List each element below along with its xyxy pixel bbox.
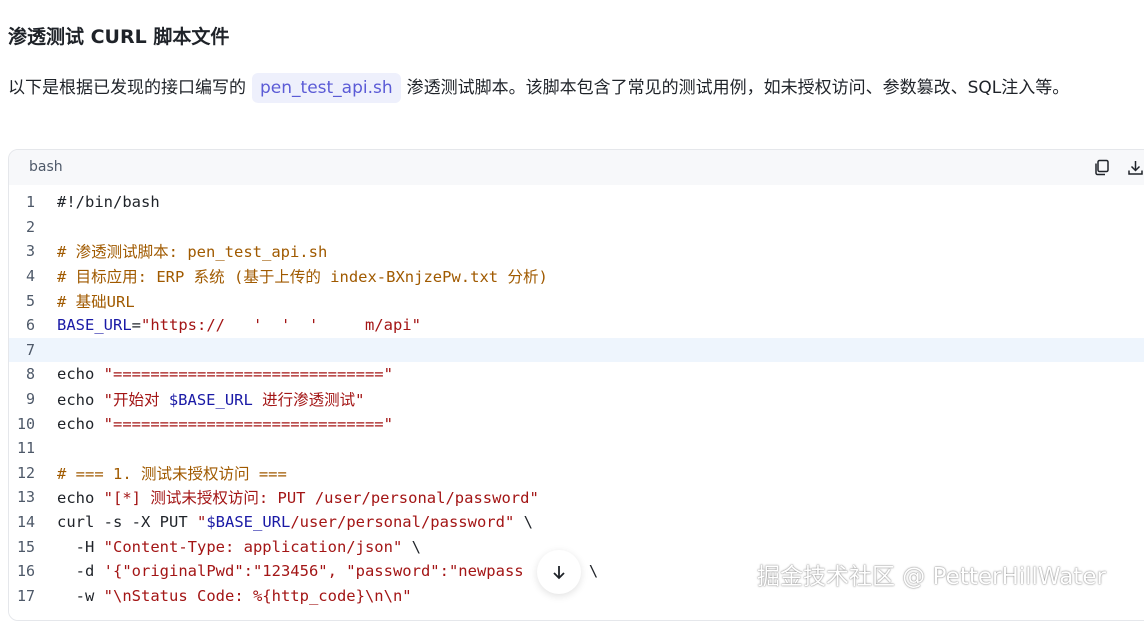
scroll-to-bottom-button[interactable]: [537, 550, 581, 594]
code-token: \: [514, 513, 533, 532]
code-token: -d: [57, 562, 104, 581]
code-token: # 目标应用: ERP 系统 (基于上传的 index-BXnjzePw.txt…: [57, 268, 548, 287]
code-line: 14 curl -s -X PUT "$BASE_URL/user/persona…: [9, 510, 1144, 535]
code-line: 1 #!/bin/bash: [9, 190, 1144, 215]
line-number: 14: [16, 513, 35, 532]
code-token: \: [402, 537, 421, 556]
line-content: -H "Content-Type: application/json" \: [57, 538, 421, 556]
line-number: 13: [16, 488, 35, 507]
line-number: 6: [25, 316, 35, 335]
code-line: 12 # === 1. 测试未授权访问 ===: [9, 461, 1144, 486]
code-token: ": [196, 513, 207, 532]
code-token: $BASE_URL: [206, 513, 291, 532]
line-content: # 渗透测试脚本: pen_test_api.sh: [57, 240, 327, 262]
code-token: "=============================": [103, 414, 393, 433]
code-token: "[*] 测试未授权访问: PUT /user/personal/passwor…: [103, 489, 539, 508]
line-number: 12: [16, 463, 35, 482]
line-number: 2: [25, 217, 35, 236]
code-token: $BASE_URL: [168, 391, 253, 410]
code-token: \: [579, 562, 599, 581]
code-token: -w: [57, 586, 104, 605]
code-token: echo: [57, 414, 104, 433]
line-number: 15: [16, 537, 35, 556]
line-number: 8: [25, 365, 35, 384]
code-token: "https:// ' ' ' m/api": [141, 316, 421, 335]
line-content: -d '{"originalPwd":"123456", "password":…: [57, 562, 599, 581]
code-header: bash: [9, 150, 1144, 184]
line-content: echo "开始对 $BASE_URL 进行渗透测试": [57, 388, 365, 410]
line-content: -w "\nStatus Code: %{http_code}\n\n": [57, 587, 412, 605]
code-line: 5 # 基础URL: [9, 288, 1144, 313]
code-line: 9 echo "开始对 $BASE_URL 进行渗透测试": [9, 387, 1144, 412]
code-line: 7: [9, 337, 1144, 363]
code-token: 进行渗透测试": [252, 391, 365, 410]
code-token: '{"originalPwd":"123456", "password":"ne…: [103, 562, 580, 581]
code-token: echo: [57, 365, 104, 384]
code-token: curl -s -X PUT: [57, 513, 197, 532]
code-token: # 基础URL: [57, 292, 135, 311]
line-content: echo "=============================": [57, 365, 393, 383]
code-line: 2: [9, 215, 1144, 240]
line-content: #!/bin/bash: [57, 193, 160, 211]
code-token: /user/personal/password": [290, 513, 515, 532]
line-number: 17: [16, 586, 35, 605]
code-line: 4 # 目标应用: ERP 系统 (基于上传的 index-BXnjzePw.tx…: [9, 264, 1144, 289]
code-token: "Content-Type: application/json": [103, 537, 403, 556]
line-content: BASE_URL="https:// ' ' ' m/api": [57, 316, 421, 334]
code-toolbar: [1091, 157, 1144, 177]
code-token: BASE_URL: [57, 316, 132, 335]
copy-icon[interactable]: [1091, 157, 1111, 177]
code-token: # 渗透测试脚本: pen_test_api.sh: [57, 243, 328, 262]
code-token: echo: [57, 391, 104, 410]
inline-code-filename: pen_test_api.sh: [252, 73, 401, 103]
download-icon[interactable]: [1125, 157, 1144, 177]
code-line: 3 # 渗透测试脚本: pen_test_api.sh: [9, 239, 1144, 264]
code-line: 15 -H "Content-Type: application/json" \: [9, 534, 1144, 559]
line-number: 1: [25, 193, 35, 212]
code-token: echo: [57, 489, 104, 508]
code-token: -H: [57, 537, 104, 556]
code-token: # === 1. 测试未授权访问 ===: [57, 464, 287, 483]
line-content: echo "=============================": [57, 415, 393, 433]
arrow-down-icon: [553, 566, 565, 580]
code-line: 8 echo "=============================": [9, 362, 1144, 387]
intro-text-after: 渗透测试脚本。该脚本包含了常见的测试用例，如未授权访问、参数篡改、SQL注入等。: [406, 78, 1070, 98]
code-body: 1 #!/bin/bash 2 3 # 渗透测试脚本: pen_test_api.sh 4…: [9, 185, 1144, 620]
line-number: 7: [25, 340, 35, 359]
line-content: echo "[*] 测试未授权访问: PUT /user/personal/pa…: [57, 486, 539, 508]
section-heading: 渗透测试 CURL 脚本文件: [8, 26, 230, 48]
line-content: # 基础URL: [57, 290, 135, 312]
line-number: 16: [16, 562, 35, 581]
watermark: 掘金技术社区 @ PetterHillWater: [757, 564, 1106, 590]
intro-text-before: 以下是根据已发现的接口编写的: [8, 78, 246, 98]
intro-paragraph: 以下是根据已发现的接口编写的 pen_test_api.sh 渗透测试脚本。该脚本包…: [8, 70, 1138, 106]
line-number: 9: [25, 390, 35, 409]
code-block: bash 1 #!/bin/bash 2 3 # 渗透测试脚本: pen_test_ap…: [8, 149, 1144, 621]
code-token: #!/bin/bash: [57, 193, 160, 212]
code-line: 13 echo "[*] 测试未授权访问: PUT /user/personal/…: [9, 485, 1144, 510]
line-number: 5: [25, 291, 35, 310]
line-number: 10: [16, 414, 35, 433]
line-number: 3: [25, 242, 35, 261]
code-language-label: bash: [29, 159, 63, 175]
line-number: 11: [16, 439, 35, 458]
line-number: 4: [25, 267, 35, 286]
line-content: # === 1. 测试未授权访问 ===: [57, 462, 287, 484]
code-token: "开始对: [103, 391, 169, 410]
line-content: # 目标应用: ERP 系统 (基于上传的 index-BXnjzePw.txt…: [57, 265, 548, 287]
code-line: 10 echo "=============================": [9, 411, 1144, 436]
code-token: "=============================": [103, 365, 393, 384]
line-content: curl -s -X PUT "$BASE_URL/user/personal/…: [57, 513, 533, 531]
code-token: "\nStatus Code: %{http_code}\n\n": [103, 586, 412, 605]
code-line: 11: [9, 436, 1144, 461]
code-token: =: [131, 316, 141, 335]
code-line: 6 BASE_URL="https:// ' ' ' m/api": [9, 313, 1144, 338]
